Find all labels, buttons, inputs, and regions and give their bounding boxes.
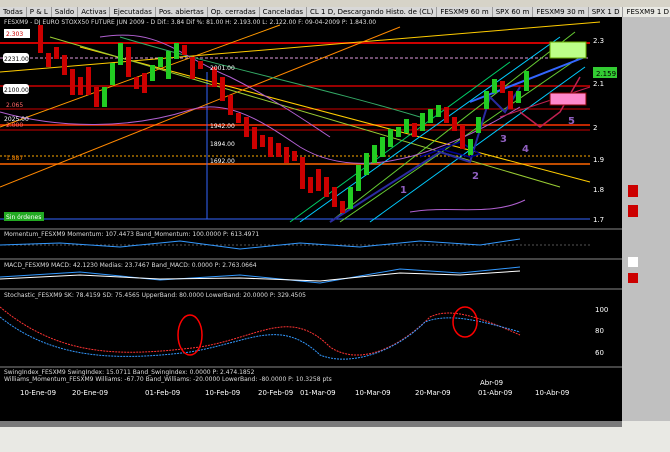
tab-12[interactable]: SPX 1 D: [589, 7, 624, 17]
svg-text:10-Ene-09: 10-Ene-09: [20, 389, 56, 397]
price-label-4: 2001.00: [210, 65, 235, 72]
tab-2[interactable]: Saldo: [52, 7, 79, 17]
svg-text:80: 80: [595, 327, 604, 335]
current-price: 2.159: [596, 70, 616, 78]
svg-text:10-Mar-09: 10-Mar-09: [355, 389, 391, 397]
chart-header: FESXM9 - DJ EURO STOXX50 FUTURE JUN 2009…: [4, 19, 376, 26]
svg-text:10-Abr-09: 10-Abr-09: [535, 389, 569, 397]
no-orders-label: Sin órdenes: [6, 214, 41, 221]
price-chart: FESXM9 - DJ EURO STOXX50 FUTURE JUN 2009…: [0, 17, 622, 421]
svg-text:20-Feb-09: 20-Feb-09: [258, 389, 293, 397]
svg-text:20-Ene-09: 20-Ene-09: [72, 389, 108, 397]
svg-text:1.9: 1.9: [593, 156, 604, 164]
tab-10[interactable]: SPX 60 m: [493, 7, 534, 17]
tab-11[interactable]: FESXM9 30 m: [533, 7, 589, 17]
price-label-7: 1692.00: [210, 158, 235, 165]
tab-bar: Todas P & L Saldo Activas Ejecutadas Pos. abi…: [0, 7, 669, 17]
tab-3[interactable]: Activas: [78, 7, 111, 17]
tab-13[interactable]: FESXM9 1 D: [623, 7, 670, 17]
bottom-bar: [0, 421, 622, 452]
wave-label-2: 2: [472, 171, 479, 182]
svg-text:2: 2: [593, 124, 597, 132]
svg-text:60: 60: [595, 349, 604, 357]
svg-text:2.3: 2.3: [593, 37, 604, 45]
wave-label-4: 4: [522, 144, 529, 155]
svg-text:Abr-09: Abr-09: [480, 379, 503, 387]
swingindex-header: SwingIndex_FESXM9 SwingIndex: 15.0711 Ba…: [4, 369, 255, 376]
tab-7[interactable]: Canceladas: [260, 7, 308, 17]
tab-0[interactable]: Todas: [0, 7, 27, 17]
price-label-2: 2100.00: [4, 87, 29, 94]
momentum-header: Momentum_FESXM9 Momentum: 107.4473 Band_…: [4, 231, 259, 238]
svg-text:1.7: 1.7: [593, 216, 604, 224]
williams-header: Williams_Momentum_FESXM9 Williams: -67.7…: [4, 376, 332, 383]
macd-header: MACD_FESXM9 MACD: 42.1230 Medias: 23.746…: [4, 262, 257, 269]
wave-label-5: 5: [568, 116, 575, 127]
wave-label-1: 1: [400, 185, 407, 196]
price-label-1: 2231.00: [4, 56, 29, 63]
svg-text:10-Feb-09: 10-Feb-09: [205, 389, 240, 397]
price-label-5: 1942.00: [210, 123, 235, 130]
price-label-10: 1.887: [6, 155, 23, 162]
tab-8[interactable]: CL 1 D, Descargando Histo. de (CL): [307, 7, 438, 17]
top-strip: [0, 0, 670, 7]
price-label-0: 2.303: [6, 31, 23, 38]
price-label-6: 1894.00: [210, 141, 235, 148]
wave-label-3: 3: [500, 134, 507, 145]
svg-text:01-Abr-09: 01-Abr-09: [478, 389, 512, 397]
tab-6[interactable]: Op. cerradas: [208, 7, 260, 17]
chart-area[interactable]: FESXM9 - DJ EURO STOXX50 FUTURE JUN 2009…: [0, 17, 622, 421]
svg-text:100: 100: [595, 306, 608, 314]
price-label-8: 2.065: [6, 102, 23, 109]
svg-text:01-Mar-09: 01-Mar-09: [300, 389, 336, 397]
price-label-9: 2.000: [6, 122, 23, 129]
tab-4[interactable]: Ejecutadas: [110, 7, 156, 17]
tab-9[interactable]: FESXM9 60 m: [437, 7, 493, 17]
svg-text:20-Mar-09: 20-Mar-09: [415, 389, 451, 397]
tab-5[interactable]: Pos. abiertas: [156, 7, 208, 17]
svg-text:01-Feb-09: 01-Feb-09: [145, 389, 180, 397]
stochastic-header: Stochastic_FESXM9 SK: 78.4159 SD: 75.456…: [4, 292, 306, 299]
svg-text:2.1: 2.1: [593, 80, 604, 88]
tab-1[interactable]: P & L: [27, 7, 52, 17]
svg-text:1.8: 1.8: [593, 186, 604, 194]
right-panel: [622, 17, 670, 421]
